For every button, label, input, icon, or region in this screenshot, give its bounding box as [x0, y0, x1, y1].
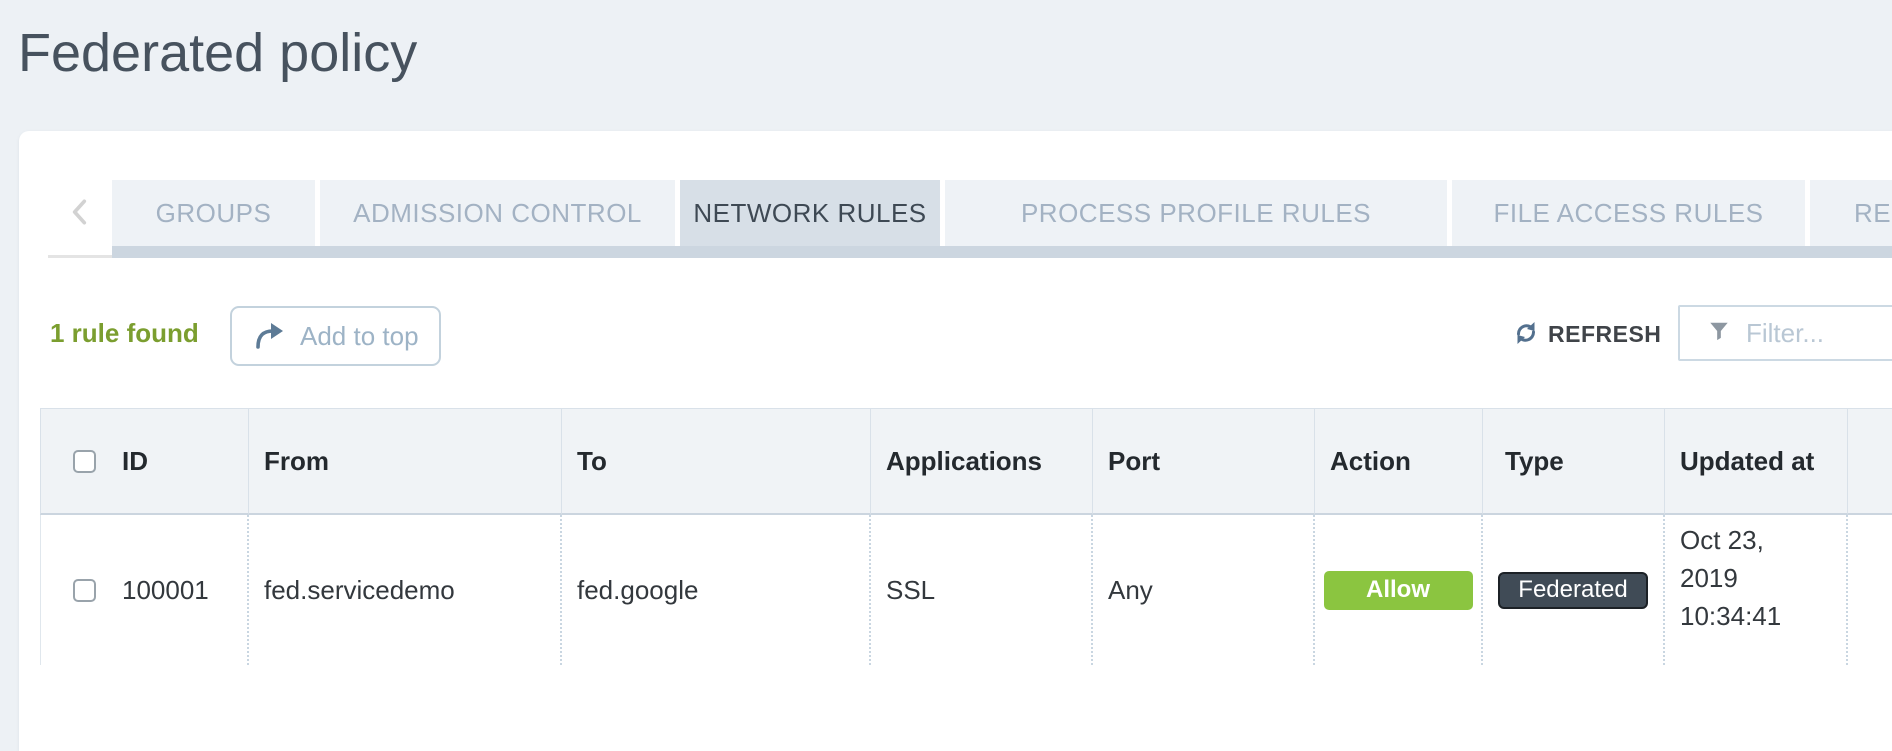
- table-header-row: ID From To Applications Port Action Type…: [40, 408, 1892, 515]
- type-federated-badge: Federated: [1498, 571, 1648, 609]
- header-cell-id: ID: [40, 408, 249, 515]
- row-cell-updated-at: Oct 23, 2019 10:34:41: [1665, 515, 1848, 665]
- header-cell-from: From: [249, 408, 562, 515]
- header-cell-action: Action: [1315, 408, 1483, 515]
- page-title: Federated policy: [18, 23, 418, 83]
- header-cell-applications: Applications: [871, 408, 1093, 515]
- header-cell-to: To: [562, 408, 871, 515]
- filter-field: [1678, 305, 1892, 361]
- add-to-top-label: Add to top: [300, 320, 419, 351]
- row-cell-id: 100001: [40, 515, 249, 665]
- table-row: 100001 fed.servicedemo fed.google SSL An…: [40, 515, 1892, 665]
- row-cell-to: fed.google: [562, 515, 871, 665]
- refresh-label: REFRESH: [1548, 320, 1662, 347]
- tab-admission-control[interactable]: ADMISSION CONTROL: [320, 180, 675, 246]
- tab-bar: GROUPS ADMISSION CONTROL NETWORK RULES P…: [112, 180, 1892, 246]
- add-to-top-button[interactable]: Add to top: [230, 306, 441, 366]
- header-cell-extra: [1848, 408, 1892, 515]
- row-cell-action: Allow: [1315, 515, 1483, 665]
- rules-found-count: 1 rule found: [50, 318, 199, 348]
- select-all-checkbox[interactable]: [73, 449, 96, 473]
- row-cell-from: fed.servicedemo: [249, 515, 562, 665]
- tab-label: PROCESS PROFILE RULES: [1020, 197, 1372, 228]
- header-cell-port: Port: [1093, 408, 1315, 515]
- chevron-left-icon: [67, 197, 93, 230]
- tab-file-access-rules[interactable]: FILE ACCESS RULES: [1452, 180, 1805, 246]
- tab-network-rules[interactable]: NETWORK RULES: [680, 180, 940, 246]
- filter-funnel-icon: [1708, 320, 1730, 347]
- tabs-scroll-underline: [48, 255, 112, 258]
- tab-label: GROUPS: [155, 197, 272, 228]
- header-cell-type: Type: [1483, 408, 1665, 515]
- tab-label: ADMISSION CONTROL: [353, 197, 642, 228]
- tab-response-rules-truncated[interactable]: RES: [1810, 180, 1892, 246]
- tab-process-profile-rules[interactable]: PROCESS PROFILE RULES: [945, 180, 1447, 246]
- tab-groups[interactable]: GROUPS: [112, 180, 315, 246]
- refresh-icon: [1513, 320, 1539, 349]
- header-cell-updated-at: Updated at: [1665, 408, 1848, 515]
- row-cell-applications: SSL: [871, 515, 1093, 665]
- network-rules-table: ID From To Applications Port Action Type…: [40, 408, 1892, 665]
- row-cell-port: Any: [1093, 515, 1315, 665]
- row-cell-type: Federated: [1483, 515, 1665, 665]
- tab-label: RES: [1854, 197, 1892, 228]
- content-card: GROUPS ADMISSION CONTROL NETWORK RULES P…: [19, 131, 1892, 751]
- rule-id: 100001: [122, 574, 209, 605]
- tabs-underline: [112, 246, 1892, 258]
- add-arrow-icon: [254, 320, 286, 353]
- row-cell-extra: [1848, 515, 1892, 665]
- row-checkbox[interactable]: [73, 578, 96, 602]
- filter-input[interactable]: [1746, 317, 1892, 349]
- tab-label: NETWORK RULES: [693, 197, 927, 228]
- refresh-button[interactable]: REFRESH: [1513, 316, 1661, 352]
- header-label-id: ID: [122, 445, 148, 476]
- tabs-scroll-left-button[interactable]: [48, 180, 112, 246]
- tab-label: FILE ACCESS RULES: [1493, 197, 1764, 228]
- action-allow-badge[interactable]: Allow: [1323, 570, 1473, 610]
